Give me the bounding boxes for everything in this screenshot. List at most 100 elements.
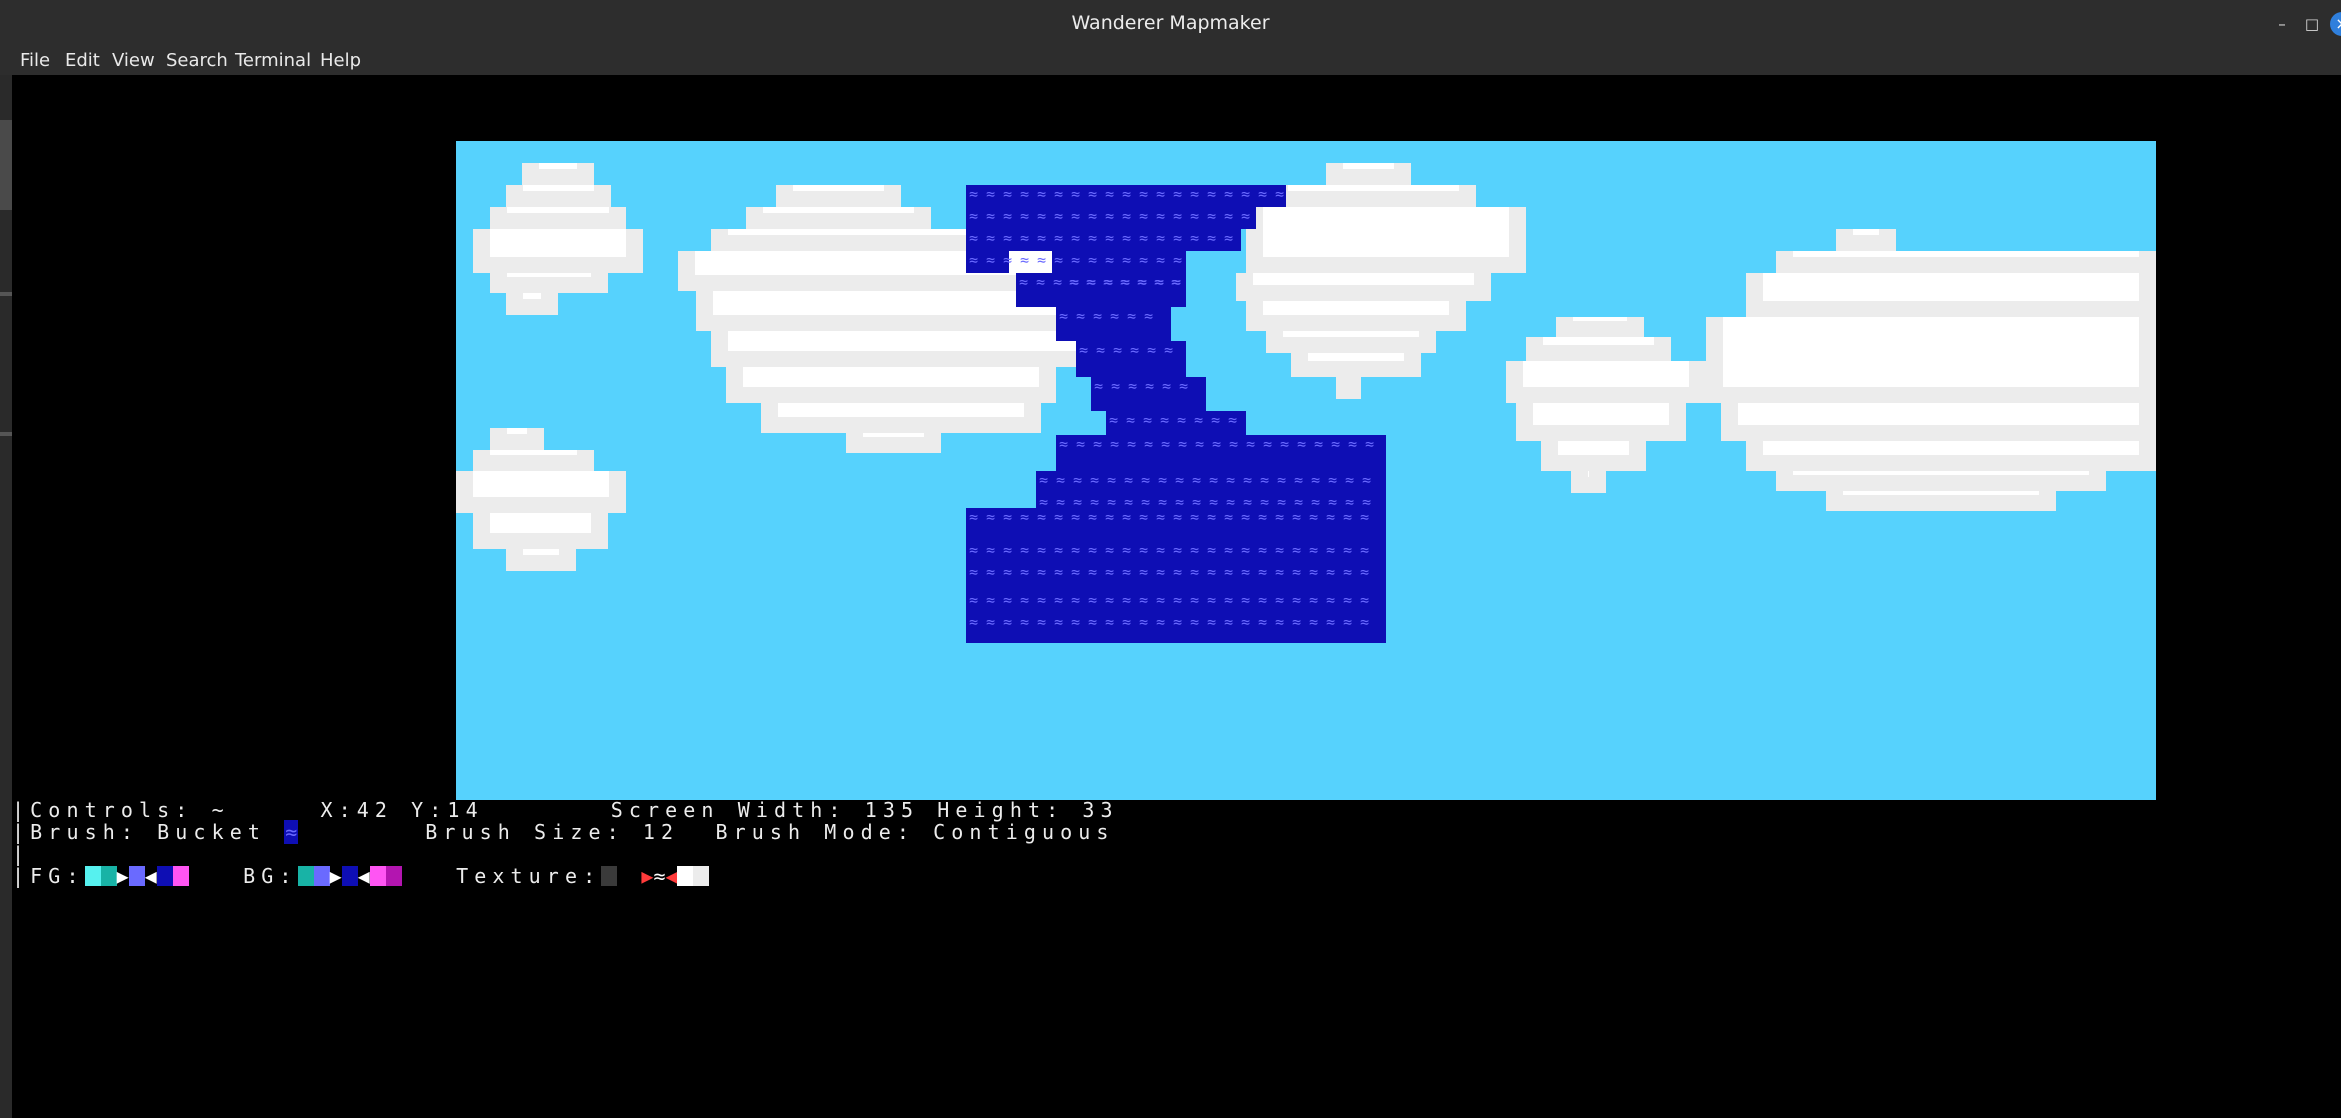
water-glyph: ≈ bbox=[986, 508, 995, 526]
water-glyph: ≈ bbox=[1190, 591, 1199, 609]
menu-help[interactable]: Help bbox=[320, 50, 361, 71]
water-glyph: ≈ bbox=[1019, 273, 1028, 291]
water-glyph: ≈ bbox=[1054, 591, 1063, 609]
water-glyph: ≈ bbox=[1360, 563, 1369, 581]
menu-view[interactable]: View bbox=[112, 50, 155, 71]
window-title: Wanderer Mapmaker bbox=[1071, 12, 1270, 34]
menu-file[interactable]: File bbox=[20, 50, 50, 71]
fg-palette[interactable]: ▶ ◀ bbox=[84, 864, 189, 888]
water-glyph: ≈ bbox=[1173, 229, 1182, 247]
water-glyph: ≈ bbox=[1207, 185, 1216, 203]
water-glyph: ≈ bbox=[1156, 613, 1165, 631]
water-glyph: ≈ bbox=[1156, 508, 1165, 526]
cloud bbox=[1263, 207, 1509, 257]
water-glyph: ≈ bbox=[1280, 435, 1289, 453]
water-glyph: ≈ bbox=[1054, 251, 1063, 269]
bg-swatch[interactable] bbox=[313, 866, 330, 886]
minimize-icon[interactable]: – bbox=[2272, 14, 2292, 34]
water-glyph: ≈ bbox=[1314, 435, 1323, 453]
cloud bbox=[1343, 163, 1394, 169]
water-glyph: ≈ bbox=[1343, 613, 1352, 631]
water-glyph: ≈ bbox=[1156, 591, 1165, 609]
water-glyph: ≈ bbox=[1224, 541, 1233, 559]
cloud bbox=[490, 513, 591, 533]
cloud bbox=[1533, 403, 1669, 425]
water-glyph: ≈ bbox=[1139, 508, 1148, 526]
cursor-coords: X:42 Y:14 bbox=[320, 798, 484, 822]
water-glyph: ≈ bbox=[1328, 471, 1337, 489]
fg-swatch[interactable] bbox=[84, 866, 101, 886]
water-glyph: ≈ bbox=[986, 251, 995, 269]
water-glyph: ≈ bbox=[1088, 229, 1097, 247]
water-glyph: ≈ bbox=[1224, 563, 1233, 581]
status-line-3: | bbox=[12, 842, 30, 866]
water-glyph: ≈ bbox=[1105, 207, 1114, 225]
water-glyph: ≈ bbox=[1105, 563, 1114, 581]
water-glyph: ≈ bbox=[1156, 229, 1165, 247]
water-glyph: ≈ bbox=[1020, 613, 1029, 631]
water-glyph: ≈ bbox=[1127, 435, 1136, 453]
water-glyph: ≈ bbox=[1275, 591, 1284, 609]
water-glyph: ≈ bbox=[1003, 251, 1012, 269]
bar-glyph: | bbox=[12, 864, 31, 888]
cloud bbox=[539, 163, 577, 169]
water-glyph: ≈ bbox=[1036, 273, 1045, 291]
water-glyph: ≈ bbox=[1211, 411, 1220, 429]
water-glyph: ≈ bbox=[1360, 613, 1369, 631]
water-glyph: ≈ bbox=[1088, 207, 1097, 225]
water-glyph: ≈ bbox=[1190, 185, 1199, 203]
water-glyph: ≈ bbox=[1258, 185, 1267, 203]
water-glyph: ≈ bbox=[1037, 508, 1046, 526]
water-glyph: ≈ bbox=[1020, 541, 1029, 559]
maximize-icon[interactable]: □ bbox=[2302, 14, 2322, 34]
texture-swatch[interactable] bbox=[693, 866, 710, 886]
menu-terminal[interactable]: Terminal bbox=[235, 50, 311, 71]
fg-swatch[interactable] bbox=[100, 866, 117, 886]
water-glyph: ≈ bbox=[1105, 591, 1114, 609]
menu-edit[interactable]: Edit bbox=[65, 50, 100, 71]
bg-swatch-selected[interactable] bbox=[341, 866, 358, 886]
water-glyph: ≈ bbox=[1105, 251, 1114, 269]
texture-palette[interactable]: ▶≈◀ bbox=[601, 864, 710, 888]
bg-palette[interactable]: ▶ ◀ bbox=[297, 864, 402, 888]
fg-swatch[interactable] bbox=[156, 866, 173, 886]
right-arrow-icon: ▶ bbox=[329, 864, 342, 888]
bg-swatch[interactable] bbox=[297, 866, 314, 886]
menu-search[interactable]: Search bbox=[166, 50, 228, 71]
water-glyph: ≈ bbox=[1003, 229, 1012, 247]
water-glyph: ≈ bbox=[1054, 229, 1063, 247]
water-glyph: ≈ bbox=[1292, 591, 1301, 609]
water-glyph: ≈ bbox=[1107, 471, 1116, 489]
water-glyph: ≈ bbox=[1162, 377, 1171, 395]
water-glyph: ≈ bbox=[1088, 591, 1097, 609]
cloud bbox=[1288, 185, 1459, 191]
water-glyph: ≈ bbox=[1228, 411, 1237, 429]
desktop-edge bbox=[0, 0, 12, 1118]
brush-label: Brush: Bucket bbox=[30, 820, 266, 844]
texture-swatch[interactable] bbox=[677, 866, 694, 886]
window-titlebar[interactable]: Wanderer Mapmaker – □ × bbox=[0, 0, 2341, 48]
fg-swatch[interactable] bbox=[172, 866, 189, 886]
water-glyph: ≈ bbox=[1260, 471, 1269, 489]
water-glyph: ≈ bbox=[1309, 541, 1318, 559]
bg-swatch[interactable] bbox=[385, 866, 402, 886]
map-canvas[interactable]: ≈ ≈ ≈ ≈ ≈ ≈ ≈ ≈ ≈ ≈ ≈ ≈ ≈ ≈ ≈ ≈ ≈ ≈ ≈ ≈ ≈ ≈ ≈ ≈ ≈ ≈ ≈ ≈ ≈ ≈ ≈ ≈ ≈ ≈ ≈ ≈ ≈ ≈ ≈ ≈… bbox=[456, 141, 2156, 800]
fg-swatch-selected[interactable] bbox=[128, 866, 145, 886]
water-glyph: ≈ bbox=[1003, 591, 1012, 609]
water-glyph: ≈ bbox=[969, 541, 978, 559]
cloud bbox=[1793, 471, 2089, 475]
water-glyph: ≈ bbox=[1243, 471, 1252, 489]
water-glyph: ≈ bbox=[969, 508, 978, 526]
water-glyph: ≈ bbox=[969, 229, 978, 247]
water-glyph: ≈ bbox=[1326, 508, 1335, 526]
texture-swatch[interactable] bbox=[601, 866, 618, 886]
water-glyph: ≈ bbox=[1224, 185, 1233, 203]
water-glyph: ≈ bbox=[1020, 207, 1029, 225]
water-glyph: ≈ bbox=[1105, 508, 1114, 526]
water-glyph: ≈ bbox=[1147, 341, 1156, 359]
water-glyph: ≈ bbox=[1258, 613, 1267, 631]
water-glyph: ≈ bbox=[1207, 613, 1216, 631]
bg-swatch[interactable] bbox=[369, 866, 386, 886]
water-glyph: ≈ bbox=[1139, 541, 1148, 559]
water-glyph: ≈ bbox=[1139, 251, 1148, 269]
